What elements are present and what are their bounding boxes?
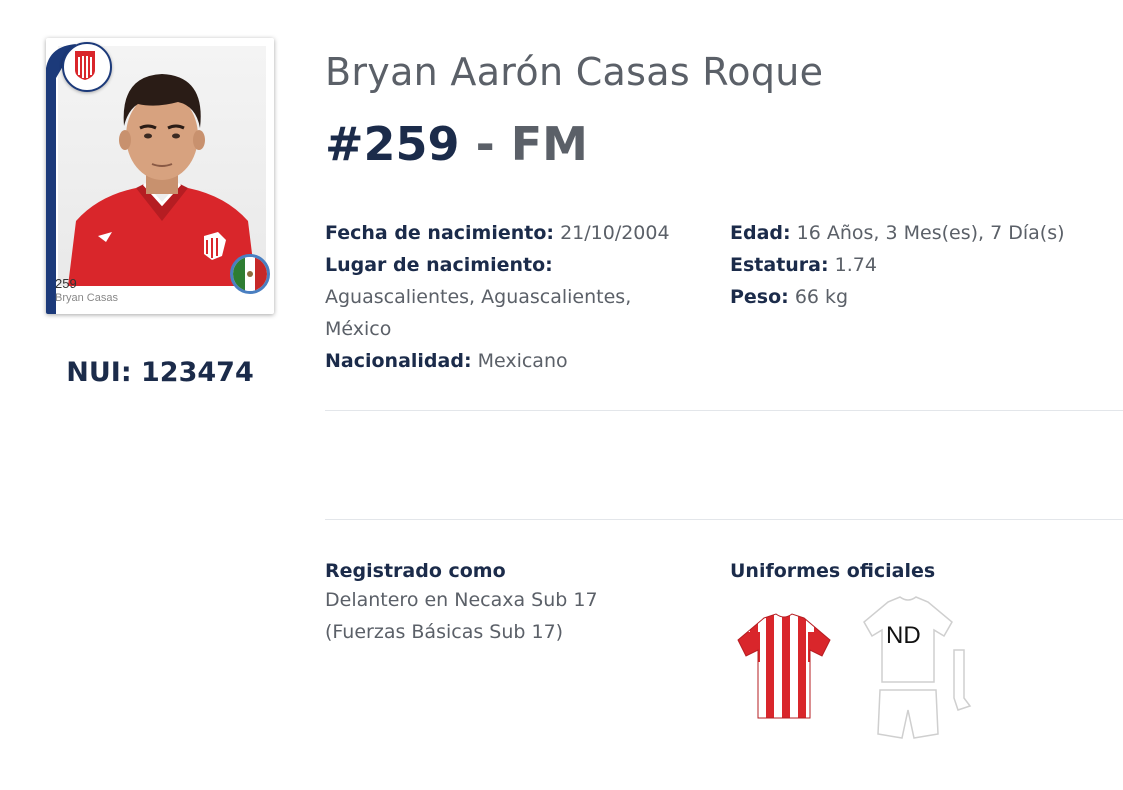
birthdate-label: Fecha de nacimiento: bbox=[325, 222, 555, 244]
mexico-flag-icon bbox=[230, 254, 270, 294]
birthplace-value-line2: México bbox=[325, 318, 392, 340]
player-number-position: #259 - FM bbox=[325, 117, 588, 171]
away-kit-icon: ND bbox=[858, 594, 978, 746]
weight-row: Peso: 66 kg bbox=[730, 281, 1065, 313]
player-number: #259 bbox=[325, 117, 460, 171]
weight-value: 66 kg bbox=[794, 286, 849, 308]
away-kit-label: ND bbox=[886, 622, 921, 649]
registered-title: Registrado como bbox=[325, 560, 506, 582]
nationality-row: Nacionalidad: Mexicano bbox=[325, 345, 670, 377]
birthdate-row: Fecha de nacimiento: 21/10/2004 bbox=[325, 217, 670, 249]
birthplace-value-line1: Aguascalientes, Aguascalientes, bbox=[325, 286, 632, 308]
registered-line2: (Fuerzas Básicas Sub 17) bbox=[325, 621, 564, 643]
sticker-player-name: Bryan Casas bbox=[55, 292, 118, 304]
nationality-label: Nacionalidad: bbox=[325, 350, 472, 372]
birthplace-row: Lugar de nacimiento: bbox=[325, 249, 670, 281]
age-row: Edad: 16 Años, 3 Mes(es), 7 Día(s) bbox=[730, 217, 1065, 249]
height-value: 1.74 bbox=[834, 254, 877, 276]
birthplace-label: Lugar de nacimiento: bbox=[325, 254, 553, 276]
registered-section: Registrado como Delantero en Necaxa Sub … bbox=[325, 560, 598, 648]
divider bbox=[325, 410, 1123, 411]
player-sticker: 259 Bryan Casas bbox=[46, 38, 274, 314]
necaxa-crest-icon bbox=[62, 42, 112, 92]
nui-id: NUI: 123474 bbox=[66, 357, 254, 388]
age-value: 16 Años, 3 Mes(es), 7 Día(s) bbox=[796, 222, 1065, 244]
nationality-value: Mexicano bbox=[477, 350, 568, 372]
sticker-number: 259 bbox=[55, 276, 77, 291]
player-position: FM bbox=[510, 117, 588, 171]
weight-label: Peso: bbox=[730, 286, 789, 308]
details-right: Edad: 16 Años, 3 Mes(es), 7 Día(s) Estat… bbox=[730, 217, 1065, 313]
height-row: Estatura: 1.74 bbox=[730, 249, 1065, 281]
player-full-name: Bryan Aarón Casas Roque bbox=[325, 50, 824, 94]
age-label: Edad: bbox=[730, 222, 791, 244]
registered-line1: Delantero en Necaxa Sub 17 bbox=[325, 589, 598, 611]
home-jersey-icon bbox=[734, 612, 834, 722]
divider bbox=[325, 519, 1123, 520]
separator: - bbox=[459, 117, 511, 171]
birthdate-value: 21/10/2004 bbox=[560, 222, 670, 244]
uniforms-title-text: Uniformes oficiales bbox=[730, 560, 936, 582]
height-label: Estatura: bbox=[730, 254, 829, 276]
details-left: Fecha de nacimiento: 21/10/2004 Lugar de… bbox=[325, 217, 670, 377]
